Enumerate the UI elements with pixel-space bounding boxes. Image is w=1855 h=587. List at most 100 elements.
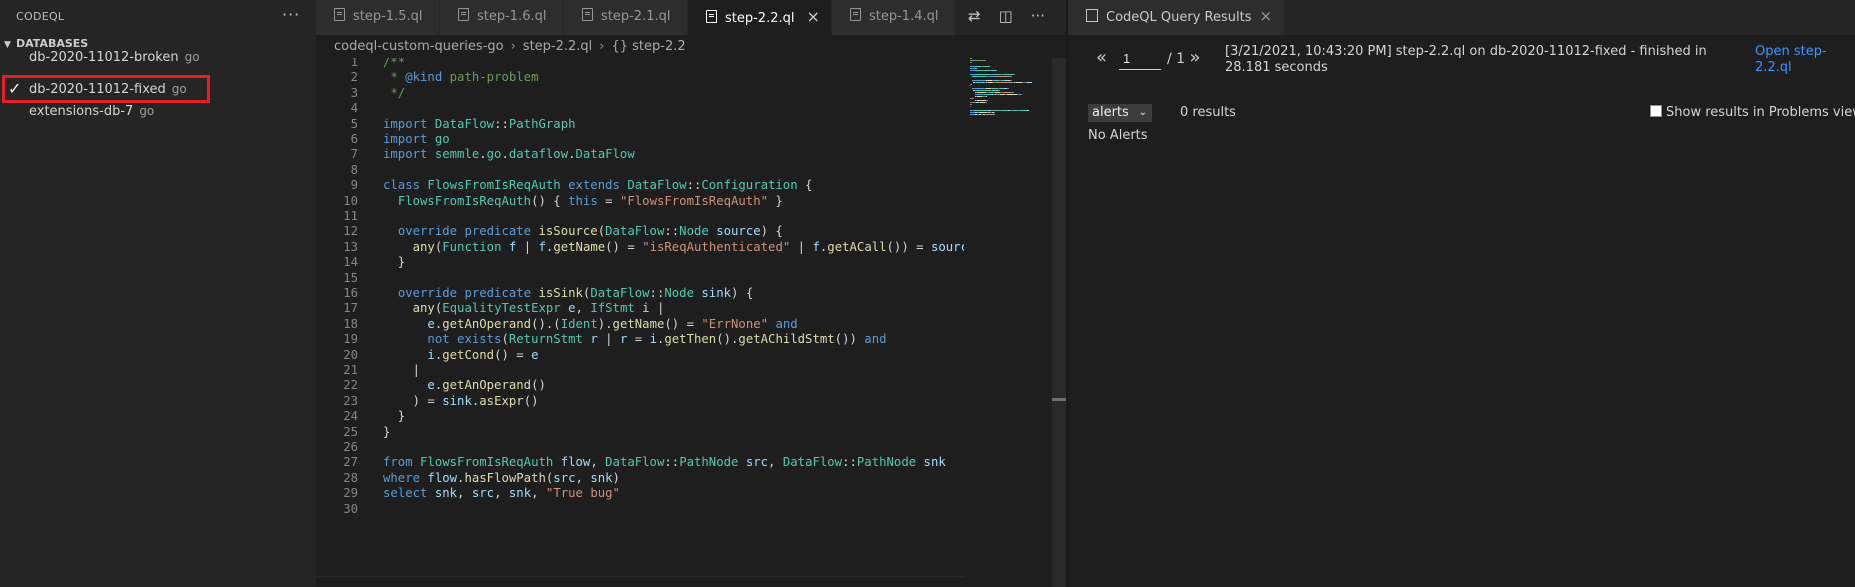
code-token: * (383, 70, 406, 85)
code-token: go (434, 132, 450, 146)
code-token: e (531, 347, 539, 362)
code-token: ) (612, 470, 620, 485)
code-token: import (383, 116, 435, 131)
checkbox-label: Show results in Problems view (1666, 105, 1855, 120)
minimap[interactable] (964, 58, 1052, 118)
code-token: any (412, 239, 435, 254)
code-text: FlowsFromIsReqAuth() { this = "FlowsFrom… (383, 192, 783, 210)
chevron-right-icon: › (599, 39, 605, 54)
minimap-line (998, 90, 1000, 91)
compare-changes-icon[interactable]: ⇄ (968, 7, 981, 25)
split-editor-icon[interactable]: ◫ (999, 7, 1013, 25)
code-token: isSink (538, 286, 583, 300)
more-actions-icon[interactable]: ··· (282, 5, 300, 24)
minimap-line (972, 76, 986, 77)
more-actions-icon[interactable]: ··· (1031, 7, 1045, 25)
minimap-line (985, 102, 987, 103)
database-item[interactable]: db-2020-11012-broken go (0, 46, 316, 68)
code-token: Node (664, 286, 702, 300)
code-token: getName (553, 239, 606, 254)
code-token: from (383, 455, 421, 470)
code-editor[interactable]: 1/** 2 * @kind path-problem 3 */4 5 import D… (316, 58, 964, 587)
minimap-line (1007, 88, 1009, 89)
tab-step-1-6[interactable]: step-1.6.ql (440, 0, 564, 35)
code-token: (). (716, 332, 739, 347)
highlight-annotation-box (2, 75, 210, 103)
minimap-line (1010, 80, 1012, 81)
code-token: PathNode (679, 455, 746, 470)
tab-label: step-2.1.ql (601, 9, 671, 24)
code-token: . (479, 147, 487, 162)
database-language: go (184, 50, 200, 64)
code-token: @kind (405, 70, 443, 85)
code-token: () { (531, 193, 569, 208)
code-token: semmle (434, 147, 480, 162)
tab-label: step-1.6.ql (477, 9, 547, 24)
minimap-line (1013, 74, 1015, 75)
minimap-line (986, 96, 987, 97)
checkbox[interactable] (1650, 105, 1662, 117)
minimap-line (976, 60, 986, 61)
prev-page-icon[interactable]: « (1096, 47, 1107, 68)
next-page-icon[interactable]: » (1190, 47, 1201, 68)
code-token: FlowsFromIsReqAuth (427, 178, 569, 193)
problems-view-toggle[interactable]: Show results in Problems view (1650, 105, 1855, 120)
minimap-line (974, 110, 988, 111)
code-token: | (597, 332, 620, 347)
open-query-link[interactable]: Open step-2.2.ql (1755, 44, 1840, 76)
breadcrumb-item[interactable]: {} step-2.2 (611, 39, 685, 54)
results-count: 0 results (1180, 105, 1236, 120)
database-item[interactable]: extensions-db-7 go (0, 100, 316, 122)
code-token: extends (568, 178, 628, 193)
page-input[interactable] (1119, 48, 1162, 70)
code-token: getCond (442, 347, 495, 362)
file-icon (706, 10, 717, 23)
code-token: | (790, 239, 813, 254)
code-token: EqualityTestExpr (442, 301, 569, 316)
code-token: select (383, 486, 435, 501)
code-token: getAnOperand (442, 378, 532, 393)
code-token: path-problem (442, 70, 539, 85)
code-token: PathNode (856, 455, 924, 470)
code-token: () = (494, 347, 532, 362)
code-token: snk (508, 486, 532, 501)
breadcrumb-item[interactable]: codeql-custom-queries-go (334, 39, 504, 54)
minimap-line (975, 94, 983, 95)
code-token: , (590, 455, 606, 470)
code-token: r (590, 332, 598, 347)
scrollbar-thumb[interactable] (1052, 398, 1066, 401)
tab-codeql-query-results[interactable]: CodeQL Query Results × (1068, 0, 1285, 35)
code-token: } (383, 424, 391, 439)
tab-label: step-1.5.ql (353, 9, 423, 24)
code-token: dataflow (508, 147, 569, 162)
minimap-line (984, 94, 992, 95)
tab-step-2-1[interactable]: step-2.1.ql (564, 0, 688, 35)
minimap-line (979, 112, 987, 113)
minimap-line (975, 68, 977, 69)
result-set-select[interactable]: alerts ⌄ (1088, 104, 1152, 122)
tab-step-1-4[interactable]: step-1.4.ql (832, 0, 956, 35)
code-token: flow (560, 455, 591, 470)
close-icon[interactable]: × (1259, 7, 1272, 25)
minimap-line (970, 62, 972, 63)
file-icon (334, 8, 345, 21)
tab-step-1-5[interactable]: step-1.5.ql (316, 0, 440, 35)
tab-label: step-1.4.ql (869, 9, 939, 24)
code-token: "isReqAuthenticated" (642, 239, 791, 254)
code-token: not exists (427, 332, 502, 347)
minimap-line (1011, 92, 1014, 93)
page-total: / 1 (1167, 51, 1186, 67)
preview-icon (1086, 9, 1098, 22)
minimap-line (994, 112, 995, 113)
database-name: extensions-db-7 go (29, 104, 155, 119)
tab-step-2-2[interactable]: step-2.2.ql × (688, 0, 832, 35)
minimap-line (1003, 74, 1013, 75)
code-token: PathGraph (508, 116, 576, 131)
chevron-right-icon: › (510, 39, 516, 54)
breadcrumb-item[interactable]: step-2.2.ql (523, 39, 592, 54)
editor-scrollbar[interactable] (1052, 58, 1066, 587)
close-icon[interactable]: × (806, 0, 819, 33)
